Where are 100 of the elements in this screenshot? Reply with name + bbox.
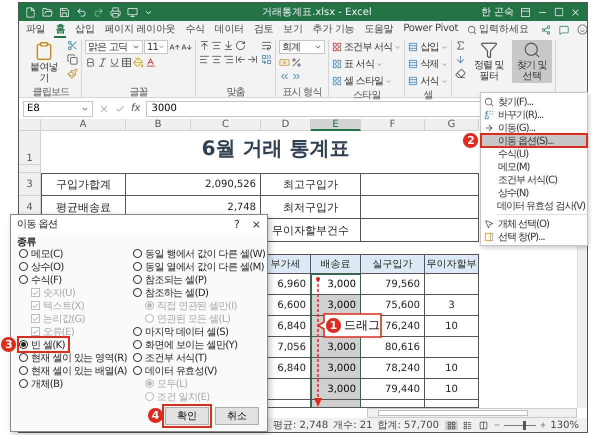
number-format-field[interactable]: 회계 <box>279 40 325 54</box>
print-icon[interactable] <box>110 6 121 18</box>
option-label[interactable]: 데이터 유효성(V) <box>145 364 217 378</box>
normal-view-icon[interactable] <box>445 420 458 430</box>
option-label[interactable]: 화면에 보이는 셀만(Y) <box>145 338 238 352</box>
row-header[interactable]: 1 <box>19 131 41 165</box>
align-left-icon[interactable] <box>199 54 210 65</box>
style-button[interactable]: 조건부 서식 <box>332 40 402 54</box>
cancel-button[interactable]: 취소 <box>215 407 259 425</box>
fill-down-icon[interactable] <box>454 54 466 65</box>
option-label[interactable]: 현재 셀이 있는 영역(R) <box>31 350 127 364</box>
column-header[interactable]: G <box>425 119 479 131</box>
wrap-text-icon[interactable] <box>261 40 272 51</box>
name-box[interactable]: E8 <box>23 100 93 116</box>
option-label[interactable]: 마지막 데이터 셀(S) <box>145 324 228 338</box>
radio-button[interactable] <box>133 288 142 297</box>
option-label[interactable]: 현재 셀이 있는 배열(A) <box>31 364 127 378</box>
paste-button[interactable]: 붙여넣기 <box>24 40 64 85</box>
option-label[interactable]: 빈 셀(K) <box>31 338 65 352</box>
search-icon[interactable] <box>467 24 478 34</box>
column-header[interactable]: D <box>261 119 311 131</box>
column-header[interactable]: C <box>191 119 261 131</box>
ribbon-tab[interactable]: 추가 기능 <box>312 22 356 38</box>
ribbon-tab[interactable]: 수식 <box>184 22 206 38</box>
cells-button[interactable]: 삭제 <box>408 57 448 71</box>
ribbon-tab[interactable]: 페이지 레이아웃 <box>104 22 176 38</box>
enter-icon[interactable] <box>115 104 125 114</box>
cells-button[interactable]: 서식 <box>408 74 448 88</box>
close-button[interactable]: × <box>252 218 261 230</box>
ribbon-tab[interactable]: 검토 <box>252 22 274 38</box>
italic-icon[interactable] <box>97 57 108 68</box>
arrow-right-icon[interactable] <box>484 122 494 132</box>
option-label[interactable]: 참조하는 셀(D) <box>145 286 208 300</box>
new-file-icon[interactable] <box>25 6 36 18</box>
column-header[interactable]: E <box>311 119 361 131</box>
radio-button[interactable] <box>19 262 28 271</box>
user-name[interactable]: 한 곤숙 <box>480 5 514 19</box>
cells-button[interactable]: 삽입 <box>408 40 448 54</box>
ribbon-tab[interactable]: 삽입 <box>74 22 96 38</box>
comment-icon[interactable] <box>559 24 570 34</box>
radio-button[interactable] <box>19 379 28 388</box>
align-right-icon[interactable] <box>223 54 234 65</box>
option-label[interactable]: 조건부 서식(T) <box>145 350 207 364</box>
style-button[interactable]: 셀 스타일 <box>332 74 402 88</box>
align-center-icon[interactable] <box>211 54 222 65</box>
merge-icon[interactable] <box>261 54 272 65</box>
option-label[interactable]: 수식(F) <box>31 272 62 286</box>
eraser-icon[interactable] <box>454 68 466 79</box>
copy-icon[interactable] <box>67 54 78 65</box>
ribbon-tab[interactable]: Power Pivot <box>402 23 460 36</box>
middle-align-icon[interactable] <box>211 40 222 51</box>
radio-button[interactable] <box>133 353 142 362</box>
radio-button[interactable] <box>19 249 28 258</box>
cancel-icon[interactable] <box>99 104 109 114</box>
monitor-icon[interactable] <box>127 6 138 18</box>
horizontal-scrollbar[interactable] <box>367 408 577 418</box>
zoom-in-icon[interactable] <box>539 421 548 429</box>
menu-item[interactable]: 이동(G)... <box>481 121 587 134</box>
ribbon-tab[interactable]: 데이터 <box>214 22 245 38</box>
sort-filter-button[interactable]: 정렬 및 필터 <box>468 40 509 83</box>
tell-me-field[interactable]: 입력하세요 <box>479 24 534 35</box>
radio-button[interactable] <box>133 262 142 271</box>
pointer-icon[interactable] <box>484 218 494 228</box>
find-select-button[interactable]: 찾기 및 선택 <box>512 40 552 83</box>
fill-color-icon[interactable] <box>133 57 144 68</box>
column-header[interactable]: B <box>126 119 191 131</box>
percent-icon[interactable] <box>291 57 302 68</box>
close-icon[interactable] <box>570 6 581 18</box>
menu-item[interactable]: 메모(M) <box>481 160 587 173</box>
bottom-align-icon[interactable] <box>223 40 234 51</box>
option-label[interactable]: 메모(C) <box>31 246 63 260</box>
redo-icon[interactable] <box>93 6 104 18</box>
radio-button[interactable] <box>133 340 142 349</box>
font-name-field[interactable]: 맑은 고딕 <box>85 40 143 54</box>
option-label[interactable]: 개체(B) <box>31 376 63 390</box>
menu-item[interactable]: 수식(U) <box>481 147 587 160</box>
font-shrink-icon[interactable] <box>181 42 192 52</box>
menu-item[interactable]: 개체 선택(O) <box>481 217 587 230</box>
insert-function-button[interactable]: fx <box>131 103 140 114</box>
font-size-field[interactable]: 11 <box>144 40 168 54</box>
border-icon[interactable] <box>121 57 132 68</box>
undo-icon[interactable] <box>76 6 87 18</box>
option-label[interactable]: 동일 열에서 값이 다른 셀(M) <box>145 260 264 274</box>
save-icon[interactable] <box>59 6 70 18</box>
menu-item[interactable]: 선택 창(P)... <box>481 230 587 243</box>
smiley-icon[interactable] <box>577 24 588 35</box>
radio-button[interactable] <box>133 275 142 284</box>
ribbon-tab[interactable]: 파일 <box>25 22 46 38</box>
double-right-arrow-icon[interactable] <box>291 71 302 82</box>
maximize-icon[interactable] <box>554 7 564 17</box>
font-grow-icon[interactable] <box>169 42 180 52</box>
ribbon-tab[interactable]: 도움말 <box>363 22 394 38</box>
radio-button[interactable] <box>19 340 28 349</box>
radio-button[interactable] <box>19 353 28 362</box>
radio-button[interactable] <box>133 327 142 336</box>
ribbon-display-icon[interactable] <box>520 6 531 18</box>
search-icon[interactable] <box>484 96 494 106</box>
zoom-level[interactable]: 130% <box>550 420 579 430</box>
scissors-icon[interactable] <box>67 40 78 51</box>
option-label[interactable]: 상수(O) <box>31 260 64 274</box>
